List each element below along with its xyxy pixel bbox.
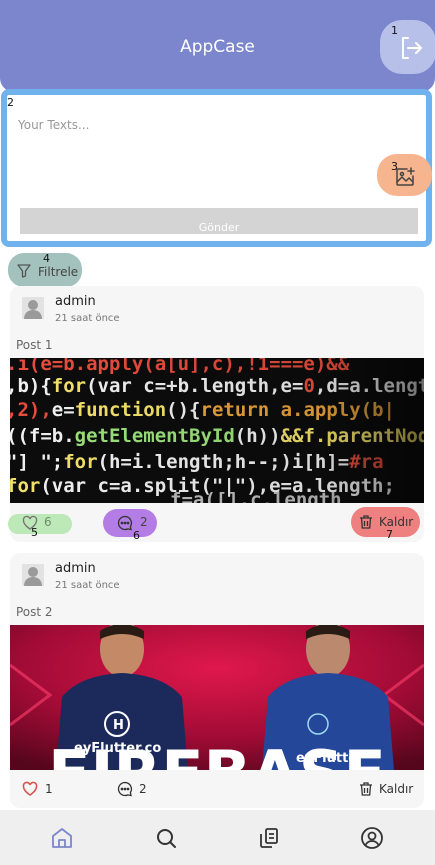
banner-caption: FIREBASE [48, 737, 386, 770]
copy-icon[interactable] [257, 826, 281, 850]
post-card: admin 21 saat önce Post 2 H eyFlutter.co… [10, 553, 424, 808]
comment-icon[interactable] [117, 515, 133, 531]
svg-text:H: H [113, 718, 124, 733]
comment-count: 2 [140, 515, 148, 529]
heart-icon[interactable] [22, 781, 38, 797]
comment-count: 2 [139, 782, 147, 796]
firebase-banner-image: H eyFlutter.co eyFlutter FIREBASE [10, 625, 424, 770]
post-text: Post 1 [16, 338, 53, 352]
app-bar: AppCase [0, 0, 435, 92]
annotation-6: 6 [133, 529, 140, 542]
avatar-icon [22, 297, 44, 319]
like-count: 1 [45, 782, 53, 796]
filter-icon [17, 264, 31, 278]
bottom-navigation [0, 810, 435, 865]
like-button[interactable] [8, 514, 72, 534]
comment-icon[interactable] [117, 781, 133, 797]
like-count: 6 [44, 515, 52, 529]
post-time: 21 saat önce [55, 313, 120, 324]
app-title: AppCase [180, 37, 255, 57]
post-image-firebase: H eyFlutter.co eyFlutter FIREBASE [10, 625, 424, 770]
filter-label[interactable]: Filtrele [38, 265, 78, 279]
code-screen-image: .i(e=b.apply(a[u],c),!1===e)&& ,b){for(v… [10, 358, 424, 503]
composer-input[interactable]: Your Texts... [18, 118, 89, 132]
post-card: admin 21 saat önce Post 1 .i(e=b.apply(a… [10, 286, 424, 542]
trash-icon[interactable] [358, 514, 374, 530]
send-button[interactable]: Gönder [20, 208, 418, 234]
annotation-2: 2 [7, 96, 14, 109]
post-text: Post 2 [16, 605, 53, 619]
trash-icon[interactable] [358, 781, 374, 797]
remove-label: Kaldır [379, 515, 414, 529]
remove-label[interactable]: Kaldır [379, 782, 413, 796]
home-icon[interactable] [50, 826, 74, 850]
annotation-5: 5 [31, 526, 38, 539]
post-author: admin [55, 561, 96, 576]
search-icon[interactable] [154, 826, 178, 850]
profile-icon[interactable] [360, 826, 384, 850]
annotation-3: 3 [391, 160, 398, 173]
avatar-icon [22, 564, 44, 586]
post-author: admin [55, 294, 96, 309]
post-time: 21 saat önce [55, 580, 120, 591]
annotation-7: 7 [386, 528, 393, 541]
logout-icon[interactable] [397, 34, 425, 62]
annotation-1: 1 [391, 24, 398, 37]
post-image-code: .i(e=b.apply(a[u],c),!1===e)&& ,b){for(v… [10, 358, 424, 503]
annotation-4: 4 [43, 252, 50, 265]
